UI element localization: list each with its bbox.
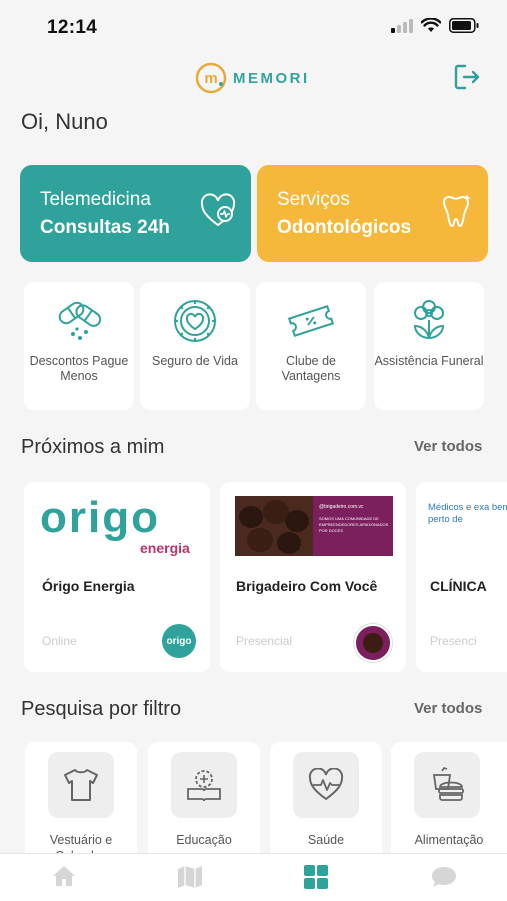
service-card-life-insurance[interactable]: Seguro de Vida bbox=[140, 282, 250, 410]
heart-shield-icon bbox=[174, 300, 216, 342]
clinica-banner-image: Médicos e exa bem perto de bbox=[428, 502, 507, 525]
logout-button[interactable] bbox=[452, 62, 482, 92]
place-name: Órigo Energia bbox=[42, 578, 135, 594]
brand-logo: m MEMORI bbox=[195, 62, 310, 94]
tab-dashboard[interactable] bbox=[303, 864, 329, 895]
service-card-benefits-club[interactable]: Clube de Vantagens bbox=[256, 282, 366, 410]
grid-icon bbox=[304, 865, 328, 889]
filter-label: Alimentação bbox=[414, 833, 484, 847]
logo-mark-icon: m bbox=[195, 62, 227, 94]
filter-card-clothing[interactable]: Vestuário e Calçados bbox=[25, 742, 137, 863]
origo-logo: origo energia bbox=[40, 493, 190, 557]
telemedicine-banner[interactable]: Telemedicina Consultas 24h bbox=[20, 165, 251, 262]
status-icons bbox=[391, 18, 479, 33]
flower-icon bbox=[413, 300, 445, 340]
service-label: Assistência Funeral bbox=[374, 354, 484, 368]
filter-card-health[interactable]: Saúde bbox=[270, 742, 382, 862]
service-label: Clube de Vantagens bbox=[281, 354, 341, 383]
greeting: Oi, Nuno bbox=[21, 109, 108, 134]
bottom-tab-bar bbox=[0, 853, 507, 901]
logout-icon bbox=[454, 64, 480, 90]
home-icon bbox=[53, 866, 75, 886]
tab-map[interactable] bbox=[176, 864, 204, 895]
food-icon bbox=[432, 767, 464, 801]
tab-chat[interactable] bbox=[430, 864, 458, 895]
place-name: CLÍNICA bbox=[430, 578, 487, 594]
place-card-origo[interactable]: origo energia Órigo Energia Online origo bbox=[24, 482, 210, 672]
brand-name: MEMORI bbox=[233, 69, 310, 87]
tooth-icon bbox=[442, 194, 471, 228]
banner-line2: Consultas 24h bbox=[40, 217, 170, 238]
map-icon bbox=[178, 866, 202, 888]
battery-icon bbox=[449, 18, 479, 33]
place-card-clinica[interactable]: Médicos e exa bem perto de CLÍNICA Prese… bbox=[416, 482, 507, 672]
filter-label: Saúde bbox=[307, 833, 345, 847]
heart-pulse-icon bbox=[200, 193, 236, 227]
pills-icon bbox=[58, 301, 102, 340]
place-mode: Online bbox=[42, 634, 77, 648]
status-bar: 12:14 bbox=[0, 0, 507, 52]
place-mode: Presencial bbox=[236, 634, 293, 648]
filter-card-education[interactable]: Educação bbox=[148, 742, 260, 862]
wifi-icon bbox=[421, 18, 441, 32]
tab-home[interactable] bbox=[51, 864, 77, 893]
brigadeiro-banner-image: @brigadeiro.com.vc SOMOS UMA COMUNIDADE … bbox=[235, 496, 393, 556]
filter-label: Educação bbox=[176, 833, 232, 847]
filter-card-food[interactable]: Alimentação bbox=[391, 742, 507, 862]
svg-text:m: m bbox=[204, 70, 217, 87]
place-card-brigadeiro[interactable]: @brigadeiro.com.vc SOMOS UMA COMUNIDADE … bbox=[220, 482, 406, 672]
status-time: 12:14 bbox=[47, 17, 98, 38]
signal-icon bbox=[391, 18, 413, 33]
place-badge bbox=[354, 624, 392, 662]
book-icon bbox=[187, 770, 221, 802]
ticket-icon bbox=[287, 305, 335, 337]
filters-title: Pesquisa por filtro bbox=[21, 698, 182, 720]
chat-icon bbox=[432, 867, 456, 887]
banner-line1: Telemedicina bbox=[40, 189, 151, 210]
banner-line2: Odontológicos bbox=[277, 217, 412, 238]
service-card-discounts[interactable]: Descontos Pague Menos bbox=[24, 282, 134, 410]
filters-see-all-link[interactable]: Ver todos bbox=[414, 700, 482, 717]
service-label: Seguro de Vida bbox=[152, 354, 238, 368]
banner-line1: Serviços bbox=[277, 189, 350, 210]
service-card-funeral[interactable]: Assistência Funeral bbox=[374, 282, 484, 410]
place-name: Brigadeiro Com Você bbox=[236, 578, 378, 594]
place-badge: origo bbox=[162, 624, 196, 658]
tshirt-icon bbox=[64, 769, 98, 801]
place-mode: Presenci bbox=[430, 634, 477, 648]
heart-pulse-icon bbox=[308, 768, 344, 801]
service-label: Descontos Pague Menos bbox=[29, 354, 129, 383]
dental-banner[interactable]: Serviços Odontológicos bbox=[257, 165, 488, 262]
nearby-title: Próximos a mim bbox=[21, 436, 165, 458]
nearby-see-all-link[interactable]: Ver todos bbox=[414, 438, 482, 455]
